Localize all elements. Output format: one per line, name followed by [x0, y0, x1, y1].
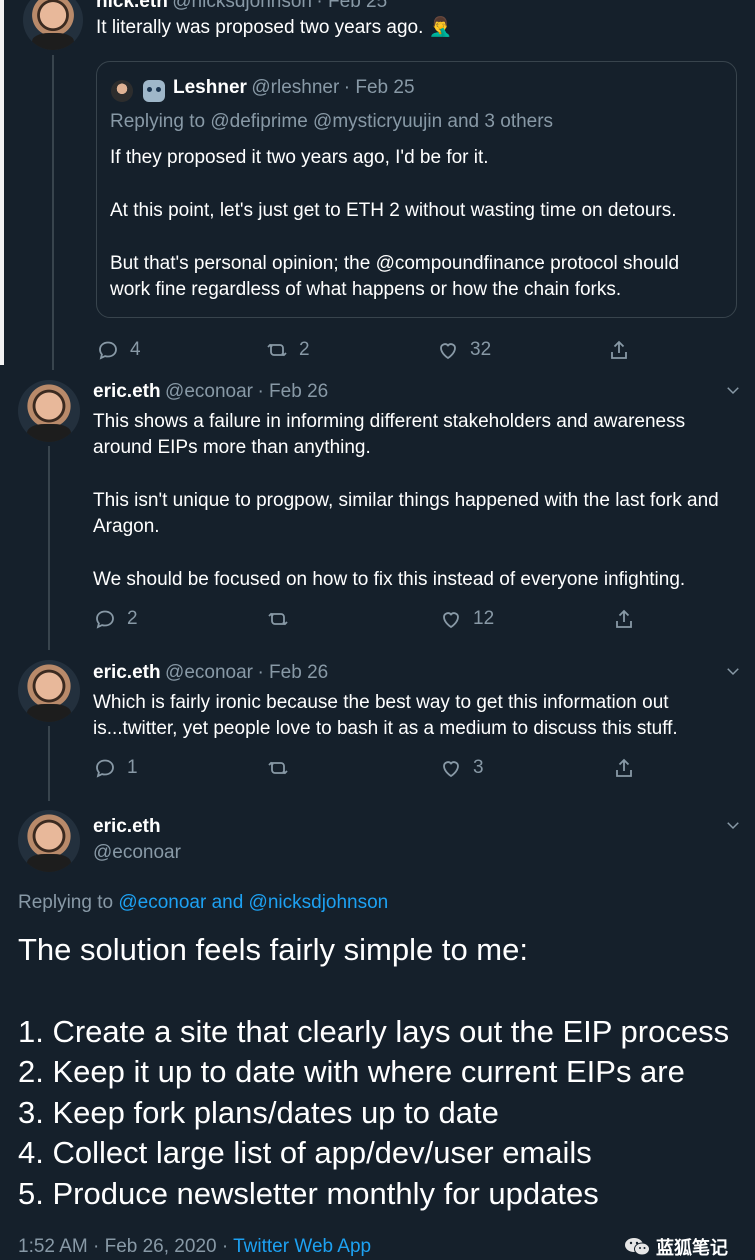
author-name[interactable]: nick.eth	[96, 0, 168, 12]
timestamp-text[interactable]: 1:52 AM · Feb 26, 2020 ·	[18, 1236, 228, 1257]
share-button[interactable]	[612, 756, 636, 780]
share-button[interactable]	[612, 607, 636, 631]
wechat-icon	[625, 1238, 650, 1256]
like-count: 32	[470, 339, 492, 360]
thread-line	[48, 446, 50, 650]
author-handle[interactable]: @econoar	[93, 842, 181, 864]
tweet-header: nick.eth @nicksdjohnson · Feb 25	[96, 0, 387, 13]
share-icon	[611, 340, 627, 359]
like-count: 12	[473, 608, 495, 629]
main-tweet-line: 2. Keep it up to date with where current…	[18, 1054, 685, 1089]
tweet-text-line: around EIPs more than anything.	[93, 437, 371, 458]
share-icon	[616, 609, 632, 628]
like-button[interactable]: 3	[439, 756, 484, 780]
thread-line	[48, 726, 50, 801]
quoted-tweet[interactable]: Leshner @rleshner · Feb 25 Replying to @…	[96, 61, 737, 318]
reply-button[interactable]: 4	[96, 338, 141, 362]
chevron-down-icon[interactable]	[724, 381, 742, 399]
quoted-text-line: At this point, let's just get to ETH 2 w…	[110, 200, 677, 221]
quoted-author-name: Leshner	[173, 77, 247, 98]
heart-icon	[443, 612, 459, 629]
author-name[interactable]: eric.eth	[93, 816, 161, 838]
tweet-text-line: Aragon.	[93, 516, 160, 537]
main-tweet-line: 3. Keep fork plans/dates up to date	[18, 1095, 499, 1130]
tweet-text-line: is...twitter, yet people love to bash it…	[93, 718, 678, 739]
author-name[interactable]: eric.eth	[93, 662, 161, 683]
reply-icon	[96, 610, 114, 629]
avatar[interactable]	[18, 810, 80, 872]
facepalm-emoji: 🤦‍♂️	[428, 17, 453, 38]
avatar[interactable]	[23, 0, 83, 50]
heart-icon	[443, 761, 459, 778]
quoted-text-line: If they proposed it two years ago, I'd b…	[110, 147, 489, 168]
reply-icon	[96, 759, 114, 778]
tweet-text: It literally was proposed two years ago.…	[96, 15, 452, 41]
author-handle[interactable]: @econoar	[165, 662, 253, 683]
reply-icon	[99, 341, 117, 360]
chevron-down-icon[interactable]	[724, 816, 742, 834]
retweet-icon	[268, 612, 288, 626]
author-handle[interactable]: @econoar	[165, 381, 253, 402]
quoted-replying-to: Replying to @defiprime @mysticryuujin an…	[110, 111, 553, 133]
share-button[interactable]	[607, 338, 631, 362]
main-tweet-line: The solution feels fairly simple to me:	[18, 932, 528, 967]
retweet-button[interactable]	[266, 607, 300, 631]
thread-line	[52, 55, 54, 370]
author-handle[interactable]: @nicksdjohnson	[172, 0, 312, 12]
reply-button[interactable]: 1	[93, 756, 138, 780]
retweet-icon	[267, 343, 287, 357]
heart-icon	[440, 343, 456, 360]
reply-button[interactable]: 2	[93, 607, 138, 631]
watermark: 蓝狐笔记	[624, 1234, 728, 1260]
tweet-date[interactable]: · Feb 25	[316, 0, 387, 12]
tweet-date[interactable]: · Feb 26	[257, 381, 328, 402]
quoted-tweet-date: · Feb 25	[343, 77, 415, 98]
main-tweet-line: 1. Create a site that clearly lays out t…	[18, 1014, 730, 1049]
reply-count: 1	[127, 757, 138, 778]
replying-to: Replying to @econoar and @nicksdjohnson	[18, 892, 388, 914]
tweet-timestamp: 1:52 AM · Feb 26, 2020 · Twitter Web App	[18, 1236, 371, 1258]
avatar[interactable]	[18, 380, 80, 442]
retweet-button[interactable]: 2	[265, 338, 310, 362]
share-icon	[616, 758, 632, 777]
tweet-text-content: It literally was proposed two years ago.	[96, 17, 424, 38]
main-tweet-line: 5. Produce newsletter monthly for update…	[18, 1176, 599, 1211]
tweet-header: eric.eth @econoar · Feb 26	[93, 381, 328, 403]
avatar[interactable]	[18, 660, 80, 722]
like-button[interactable]: 12	[439, 607, 494, 631]
tweet-text-line: This shows a failure in informing differ…	[93, 411, 686, 432]
watermark-text: 蓝狐笔记	[656, 1238, 728, 1258]
replying-label: Replying to	[110, 111, 206, 132]
reply-count: 2	[127, 608, 138, 629]
chevron-down-icon[interactable]	[724, 662, 742, 680]
replying-users: @defiprime @mysticryuujin	[210, 111, 443, 132]
tweet-text-line: Which is fairly ironic because the best …	[93, 692, 669, 713]
retweet-count: 2	[299, 339, 310, 360]
source-link[interactable]: Twitter Web App	[233, 1236, 371, 1257]
tweet-date[interactable]: · Feb 26	[257, 662, 328, 683]
left-edge-strip	[0, 0, 4, 365]
quoted-avatar	[111, 80, 133, 102]
main-tweet-line: 4. Collect large list of app/dev/user em…	[18, 1135, 592, 1170]
retweet-icon	[268, 761, 288, 775]
author-name[interactable]: eric.eth	[93, 381, 161, 402]
quoted-author-handle: @rleshner	[251, 77, 340, 98]
reply-count: 4	[130, 339, 141, 360]
replying-rest: and 3 others	[447, 111, 554, 132]
replying-users-link[interactable]: @econoar and @nicksdjohnson	[118, 892, 388, 913]
tweet-text-line: We should be focused on how to fix this …	[93, 569, 686, 590]
tweet-text-line: This isn't unique to progpow, similar th…	[93, 490, 719, 511]
like-count: 3	[473, 757, 484, 778]
robot-emoji	[143, 80, 165, 102]
quoted-text-line: work fine regardless of what happens or …	[110, 279, 622, 300]
retweet-button[interactable]	[266, 756, 300, 780]
quoted-text-line: But that's personal opinion; the @compou…	[110, 253, 680, 274]
tweet-header: eric.eth @econoar · Feb 26	[93, 662, 328, 684]
replying-label: Replying to	[18, 892, 114, 913]
like-button[interactable]: 32	[436, 338, 491, 362]
